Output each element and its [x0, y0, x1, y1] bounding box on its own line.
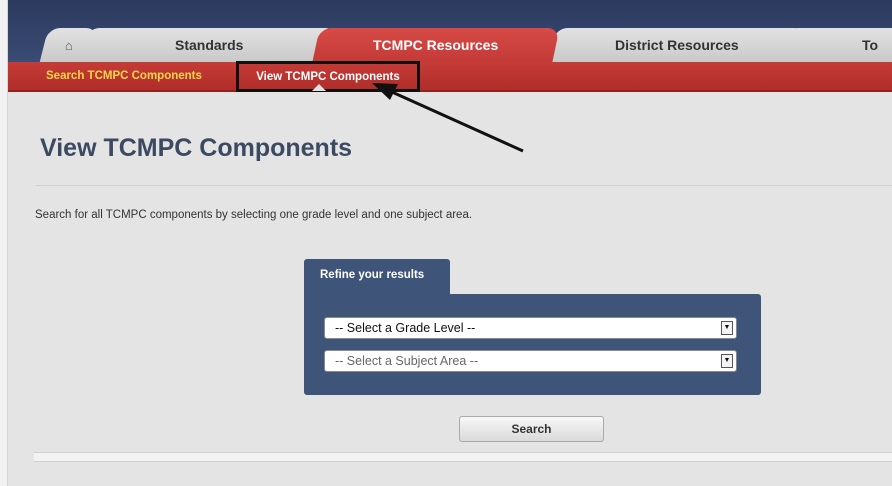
page-title: View TCMPC Components	[40, 134, 353, 162]
subnav-search-components[interactable]: Search TCMPC Components	[46, 62, 202, 90]
tab-tcmpc-resources[interactable]: TCMPC Resources	[312, 28, 560, 62]
refine-results-tab: Refine your results	[304, 259, 450, 295]
active-subnav-caret	[312, 84, 326, 91]
intro-text: Search for all TCMPC components by selec…	[35, 209, 473, 221]
chevron-down-icon: ▼	[721, 321, 733, 335]
subject-area-select[interactable]: -- Select a Subject Area -- ▼	[324, 350, 737, 372]
search-button[interactable]: Search	[459, 416, 604, 442]
tab-standards-label: Standards	[174, 37, 244, 53]
subject-area-value: -- Select a Subject Area --	[335, 354, 479, 368]
subnav-view-components[interactable]: View TCMPC Components	[236, 61, 420, 92]
subnav-bar: Search TCMPC Components View TCMPC Compo…	[8, 61, 892, 92]
left-frame	[0, 0, 8, 486]
tab-district-resources[interactable]: District Resources	[548, 28, 806, 62]
title-divider	[36, 185, 892, 186]
tab-standards[interactable]: Standards	[80, 28, 338, 62]
refine-panel	[304, 294, 761, 395]
callout-arrow-line	[391, 90, 524, 153]
home-icon: ⌂	[65, 37, 73, 53]
tab-tcmpc-resources-label: TCMPC Resources	[373, 37, 499, 53]
bottom-bar	[34, 452, 892, 462]
tab-other-label: To	[862, 37, 879, 53]
grade-level-value: -- Select a Grade Level --	[335, 321, 476, 335]
tab-district-resources-label: District Resources	[615, 37, 739, 53]
tab-other[interactable]: To	[778, 28, 892, 62]
grade-level-select[interactable]: -- Select a Grade Level -- ▼	[324, 317, 737, 339]
chevron-down-icon: ▼	[721, 354, 733, 368]
